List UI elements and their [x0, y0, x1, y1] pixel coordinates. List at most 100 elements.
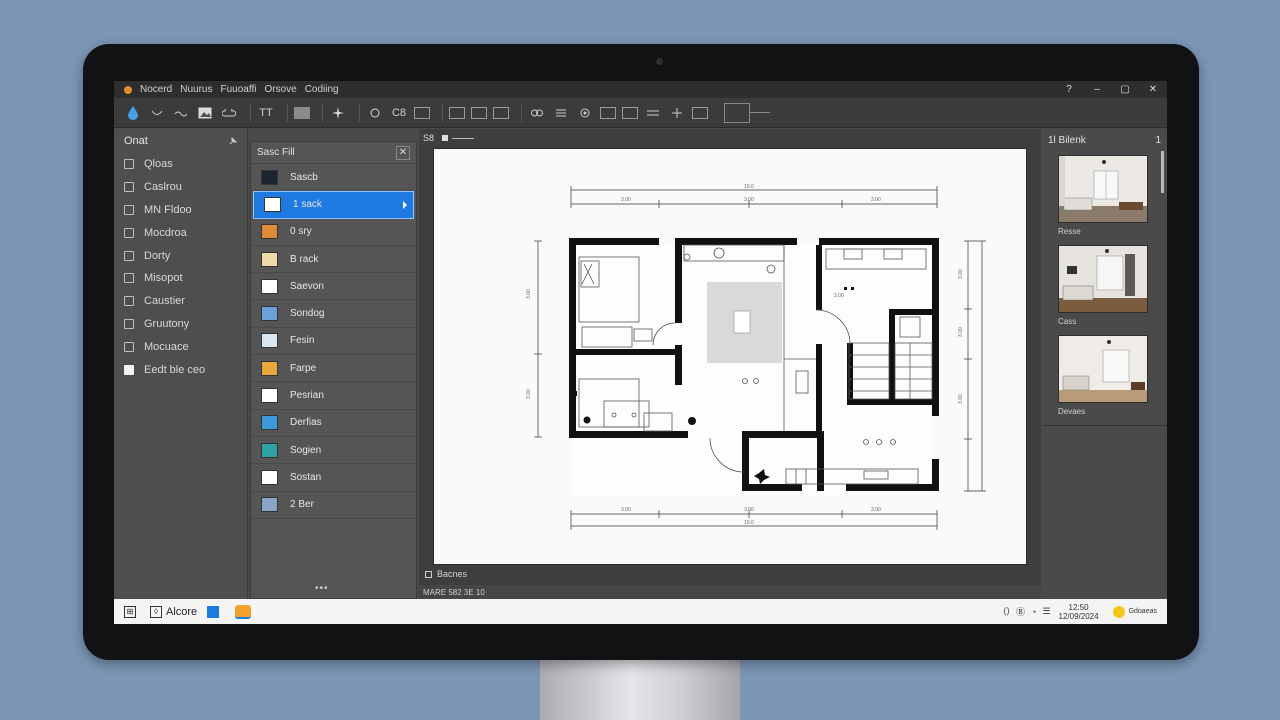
layer-icon: [124, 159, 134, 170]
menu-options[interactable]: Orsove: [264, 84, 296, 95]
fill-list-item[interactable]: Farpe: [251, 355, 416, 383]
left-panel-item[interactable]: Caslrou: [114, 176, 247, 199]
circle-tool-icon[interactable]: [366, 103, 384, 123]
taskbar-app-alcore[interactable]: ◊ Alcore: [150, 605, 197, 618]
toolbar-separator: [521, 103, 522, 122]
app-logo-icon: [124, 85, 132, 94]
list-tool-icon[interactable]: [552, 103, 570, 123]
toolbar: TT C8: [114, 98, 1167, 128]
render-thumbnail[interactable]: [1058, 155, 1148, 223]
menu-edit[interactable]: Nuurus: [180, 84, 212, 95]
wifi-icon[interactable]: ☰: [1042, 606, 1050, 617]
fill-list-item[interactable]: Saevon: [251, 273, 416, 301]
frame-tool-icon[interactable]: [414, 106, 430, 119]
link-tool-icon[interactable]: [528, 103, 546, 123]
tray-extra-label: Gdoaeas: [1128, 608, 1157, 615]
sparkle-tool-icon[interactable]: [329, 103, 347, 123]
grid-app-icon: [207, 605, 220, 618]
fill-list-item[interactable]: B rack: [251, 246, 416, 274]
select-box-tool-icon[interactable]: [600, 106, 616, 119]
close-button[interactable]: ✕: [1139, 84, 1167, 95]
right-panel-scrollbar[interactable]: [1161, 151, 1164, 193]
help-button[interactable]: ?: [1055, 84, 1083, 95]
network-icon[interactable]: ⟨⟩: [1003, 606, 1010, 617]
left-panel-item[interactable]: Mocuace: [114, 335, 247, 358]
fill-swatch-icon: [261, 224, 278, 240]
left-panel-item[interactable]: Caustier: [114, 290, 247, 313]
tray-clock[interactable]: 12:50 12/09/2024: [1059, 603, 1099, 621]
toolbar-line-decoration: [750, 112, 770, 113]
taskbar-active-app-icon[interactable]: [235, 604, 252, 619]
menu-view[interactable]: Fuuoaffi: [221, 84, 257, 95]
fill-list-item[interactable]: Derfias: [251, 410, 416, 437]
left-panel-item-label: MN Fldoo: [144, 203, 192, 216]
move-tool-icon[interactable]: [668, 103, 686, 123]
layer-icon: [124, 341, 134, 352]
render-thumbnail[interactable]: [1058, 335, 1148, 403]
settings-tool-icon[interactable]: [692, 106, 708, 119]
minimize-button[interactable]: –: [1083, 84, 1111, 95]
left-panel-item[interactable]: Qloas: [114, 153, 247, 176]
maximize-button[interactable]: ▢: [1111, 84, 1139, 95]
layer-icon: [124, 364, 134, 375]
left-panel-item[interactable]: Gruutony: [114, 313, 247, 336]
left-panel-item[interactable]: Misopot: [114, 267, 247, 290]
color-preview-box[interactable]: [724, 102, 750, 123]
right-panel-divider: [1042, 425, 1167, 426]
fill-list: Sascb 1 sack 0 sry B rack Saevon Sondog Fesin F…: [251, 164, 416, 519]
window-tool-icon[interactable]: [449, 106, 465, 119]
fill-list-item[interactable]: Sondog: [251, 300, 416, 328]
toolbar-separator: [322, 103, 323, 122]
left-panel-item-label: Misopot: [144, 272, 183, 285]
image-tool-icon[interactable]: [196, 103, 214, 123]
canvas-status: Bacnes: [425, 567, 467, 581]
menu-file[interactable]: Nocerd: [140, 84, 172, 95]
cloud-tool-icon[interactable]: [220, 103, 238, 123]
left-panel-item[interactable]: Mocdroa: [114, 221, 247, 244]
wall-tool-icon[interactable]: [493, 106, 509, 119]
taskbar-app-grid[interactable]: [207, 605, 223, 618]
left-panel-item[interactable]: Eedt ble ceo: [114, 358, 247, 381]
left-panel-item[interactable]: MN Fldoo: [114, 199, 247, 222]
svg-text:3.00: 3.00: [958, 394, 964, 404]
text-tool-button[interactable]: TT: [257, 103, 275, 123]
left-panel-item-label: Caslrou: [144, 181, 182, 194]
align-tool-icon[interactable]: [644, 103, 662, 123]
volume-icon[interactable]: ◔: [1031, 607, 1036, 617]
notification-icon[interactable]: [1112, 605, 1125, 618]
app-icon: ◊: [150, 605, 162, 618]
window-controls: ? – ▢ ✕: [1055, 84, 1167, 95]
floor-plan-drawing[interactable]: 10.03.00 3.00 3.00 3.00 3.00 3.0010.0 3.…: [434, 149, 1028, 566]
curve-tool-icon[interactable]: [148, 103, 166, 123]
fill-list-item[interactable]: 1 sack: [253, 191, 414, 219]
fill-swatch-icon: [264, 197, 281, 213]
start-button[interactable]: ⊞: [124, 605, 140, 618]
bluetooth-icon[interactable]: Ⓑ: [1016, 605, 1025, 618]
canvas-tab-label[interactable]: S8: [423, 133, 434, 143]
fill-list-item[interactable]: Pesrian: [251, 382, 416, 410]
pin-icon[interactable]: [229, 137, 237, 145]
fill-list-item[interactable]: 0 sry: [251, 219, 416, 246]
droplet-tool-icon[interactable]: [124, 103, 142, 123]
drawing-paper[interactable]: 10.0 3.00 3.00 3.00 3.00 3.00 3.00 10.0: [433, 148, 1027, 565]
fill-list-item[interactable]: Sascb: [251, 164, 416, 192]
fill-rect-tool-icon[interactable]: [294, 106, 310, 119]
target-tool-icon[interactable]: [576, 103, 594, 123]
fill-list-item[interactable]: Sogien: [251, 437, 416, 465]
fill-list-item[interactable]: Sostan: [251, 464, 416, 492]
left-panel-item-label: Eedt ble ceo: [144, 363, 206, 376]
fill-panel-close-button[interactable]: ✕: [396, 145, 410, 160]
fill-list-item[interactable]: Fesin: [251, 328, 416, 356]
system-tray: ⟨⟩ Ⓑ ◔ ☰ 12:50 12/09/2024 Gdoaeas: [997, 603, 1167, 621]
menu-drawing[interactable]: Codiing: [305, 84, 339, 95]
snap-tool-button[interactable]: C8: [390, 103, 408, 123]
more-dots[interactable]: •••: [315, 583, 329, 594]
fill-list-item[interactable]: 2 Ber: [251, 492, 416, 519]
svg-text:3.00: 3.00: [526, 389, 532, 399]
render-thumbnail[interactable]: [1058, 245, 1148, 313]
wave-tool-icon[interactable]: [172, 103, 190, 123]
left-panel-item[interactable]: Dorty: [114, 244, 247, 267]
layer-icon: [124, 318, 134, 329]
group-tool-icon[interactable]: [622, 106, 638, 119]
door-tool-icon[interactable]: [471, 106, 487, 119]
